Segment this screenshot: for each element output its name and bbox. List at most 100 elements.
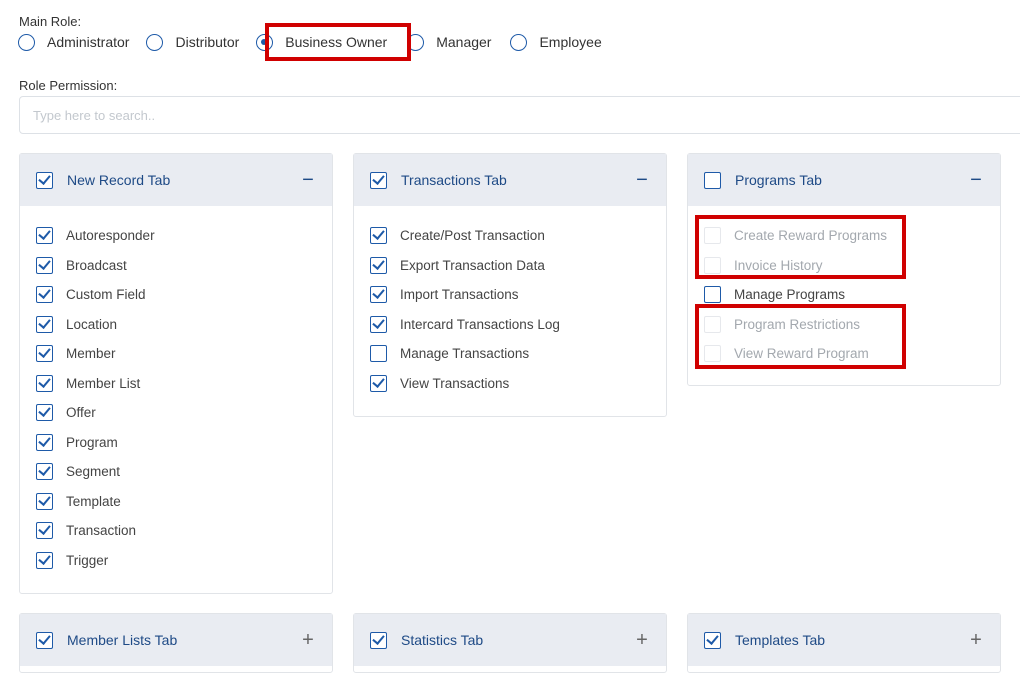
permission-label: Trigger — [66, 552, 109, 568]
checkbox-new-record-tab[interactable] — [36, 171, 53, 189]
card-title-transactions: Transactions Tab — [401, 172, 507, 188]
checkbox-custom-field[interactable] — [36, 286, 53, 304]
card-templates-tab: Templates Tab + — [687, 613, 1001, 673]
card-member-lists-tab: Member Lists Tab + — [19, 613, 333, 673]
card-title-programs: Programs Tab — [735, 172, 822, 188]
permission-label: Location — [66, 316, 118, 332]
permission-item[interactable]: Intercard Transactions Log — [370, 310, 650, 340]
checkbox-invoice-history — [704, 256, 721, 274]
checkbox-statistics-tab[interactable] — [370, 631, 387, 649]
checkbox-broadcast[interactable] — [36, 256, 53, 274]
role-option-distributor[interactable]: Distributor — [146, 31, 239, 53]
permission-item[interactable]: Export Transaction Data — [370, 251, 650, 281]
permission-item[interactable]: Broadcast — [36, 251, 316, 281]
role-option-manager[interactable]: Manager — [407, 31, 491, 53]
role-option-employee[interactable]: Employee — [510, 31, 602, 53]
main-role-group: Administrator Distributor Business Owner… — [18, 31, 602, 53]
role-label-employee: Employee — [539, 34, 602, 50]
card-body-transactions: Create/Post Transaction Export Transacti… — [354, 206, 666, 402]
role-label-manager: Manager — [436, 34, 492, 50]
collapse-icon[interactable]: − — [300, 170, 316, 190]
checkbox-manage-programs[interactable] — [704, 286, 721, 304]
checkbox-programs-tab[interactable] — [704, 171, 721, 189]
permission-label: Manage Transactions — [400, 346, 530, 362]
checkbox-member-lists-tab[interactable] — [36, 631, 53, 649]
expand-icon[interactable]: + — [300, 630, 316, 650]
checkbox-import-transactions[interactable] — [370, 286, 387, 304]
permission-item[interactable]: Manage Programs — [704, 280, 984, 310]
permission-item[interactable]: Transaction — [36, 516, 316, 546]
card-title-new-record: New Record Tab — [67, 172, 171, 188]
collapse-icon[interactable]: − — [968, 170, 984, 190]
permission-label: Export Transaction Data — [400, 257, 545, 273]
permission-item[interactable]: View Transactions — [370, 369, 650, 399]
radio-employee[interactable] — [510, 33, 528, 51]
checkbox-segment[interactable] — [36, 463, 53, 481]
card-header-programs[interactable]: Programs Tab − — [688, 154, 1000, 206]
permission-item: Invoice History — [704, 251, 984, 281]
permission-item: View Reward Program — [704, 339, 984, 369]
checkbox-view-reward-program — [704, 345, 721, 363]
card-programs-tab: Programs Tab − Create Reward Programs In… — [687, 153, 1001, 386]
checkbox-offer[interactable] — [36, 404, 53, 422]
radio-distributor[interactable] — [146, 33, 164, 51]
card-header-member-lists[interactable]: Member Lists Tab + — [20, 614, 332, 666]
permission-item[interactable]: Location — [36, 310, 316, 340]
checkbox-program-restrictions — [704, 315, 721, 333]
permission-item[interactable]: Create/Post Transaction — [370, 221, 650, 251]
permission-item[interactable]: Manage Transactions — [370, 339, 650, 369]
checkbox-member-list[interactable] — [36, 374, 53, 392]
role-label-distributor: Distributor — [175, 34, 240, 50]
card-body-new-record: Autoresponder Broadcast Custom Field Loc… — [20, 206, 332, 579]
checkbox-transaction[interactable] — [36, 522, 53, 540]
card-header-statistics[interactable]: Statistics Tab + — [354, 614, 666, 666]
permission-item[interactable]: Program — [36, 428, 316, 458]
checkbox-member[interactable] — [36, 345, 53, 363]
checkbox-export-transaction-data[interactable] — [370, 256, 387, 274]
permission-item[interactable]: Import Transactions — [370, 280, 650, 310]
collapse-icon[interactable]: − — [634, 170, 650, 190]
permission-item[interactable]: Custom Field — [36, 280, 316, 310]
checkbox-template[interactable] — [36, 492, 53, 510]
checkbox-program[interactable] — [36, 433, 53, 451]
permission-label: Member — [66, 346, 116, 362]
permission-item[interactable]: Offer — [36, 398, 316, 428]
permission-label: Program Restrictions — [734, 316, 861, 332]
permission-label: Offer — [66, 405, 96, 421]
permission-label: Create Reward Programs — [734, 228, 888, 244]
permission-label: View Reward Program — [734, 346, 869, 362]
expand-icon[interactable]: + — [968, 630, 984, 650]
permission-item[interactable]: Autoresponder — [36, 221, 316, 251]
checkbox-create-post-transaction[interactable] — [370, 227, 387, 245]
permission-search-input[interactable] — [19, 96, 1020, 134]
permission-label: Create/Post Transaction — [400, 228, 545, 244]
checkbox-trigger[interactable] — [36, 551, 53, 569]
role-permission-label: Role Permission: — [19, 78, 118, 93]
permission-item[interactable]: Member List — [36, 369, 316, 399]
card-header-new-record[interactable]: New Record Tab − — [20, 154, 332, 206]
checkbox-templates-tab[interactable] — [704, 631, 721, 649]
radio-administrator[interactable] — [18, 33, 35, 51]
radio-business-owner[interactable] — [256, 33, 274, 51]
role-label-business-owner: Business Owner — [285, 34, 388, 50]
checkbox-intercard-transactions-log[interactable] — [370, 315, 387, 333]
card-header-templates[interactable]: Templates Tab + — [688, 614, 1000, 666]
permission-label: Manage Programs — [734, 287, 846, 303]
card-header-transactions[interactable]: Transactions Tab − — [354, 154, 666, 206]
role-option-administrator[interactable]: Administrator — [18, 31, 129, 53]
checkbox-autoresponder[interactable] — [36, 227, 53, 245]
permission-label: Transaction — [66, 523, 137, 539]
permission-item[interactable]: Segment — [36, 457, 316, 487]
permission-item: Create Reward Programs — [704, 221, 984, 251]
checkbox-location[interactable] — [36, 315, 53, 333]
permission-item[interactable]: Template — [36, 487, 316, 517]
permission-item[interactable]: Member — [36, 339, 316, 369]
radio-manager[interactable] — [407, 33, 425, 51]
role-option-business-owner[interactable]: Business Owner — [256, 31, 387, 53]
card-body-programs: Create Reward Programs Invoice History M… — [688, 206, 1000, 373]
permission-item[interactable]: Trigger — [36, 546, 316, 576]
checkbox-transactions-tab[interactable] — [370, 171, 387, 189]
checkbox-manage-transactions[interactable] — [370, 345, 387, 363]
checkbox-view-transactions[interactable] — [370, 374, 387, 392]
expand-icon[interactable]: + — [634, 630, 650, 650]
